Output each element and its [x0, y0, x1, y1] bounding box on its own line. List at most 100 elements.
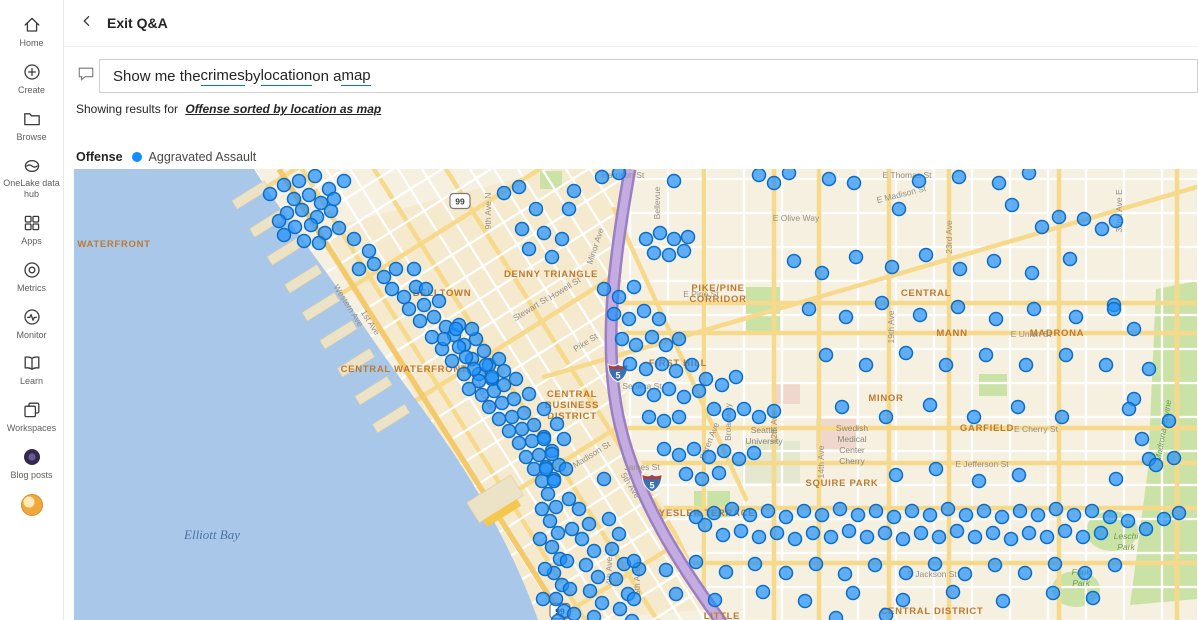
- data-point[interactable]: [562, 581, 578, 597]
- data-point[interactable]: [594, 595, 610, 611]
- data-point[interactable]: [611, 168, 627, 181]
- sidebar-item-metrics[interactable]: Metrics: [0, 254, 63, 301]
- data-point[interactable]: [540, 486, 556, 502]
- data-point[interactable]: [1058, 347, 1074, 363]
- data-point[interactable]: [805, 525, 821, 541]
- data-point[interactable]: [601, 511, 617, 527]
- data-point[interactable]: [845, 585, 861, 601]
- sidebar-item-learn[interactable]: Learn: [0, 347, 63, 394]
- sidebar-item-monitor[interactable]: Monitor: [0, 301, 63, 348]
- data-point[interactable]: [1021, 168, 1037, 181]
- data-point[interactable]: [412, 313, 428, 329]
- data-point[interactable]: [296, 233, 312, 249]
- data-point[interactable]: [837, 566, 853, 582]
- data-point[interactable]: [995, 593, 1011, 609]
- data-point[interactable]: [766, 403, 782, 419]
- sidebar-item-apps[interactable]: Apps: [0, 207, 63, 254]
- data-point[interactable]: [271, 213, 287, 229]
- data-point[interactable]: [559, 553, 575, 569]
- data-point[interactable]: [912, 307, 928, 323]
- data-point[interactable]: [832, 501, 848, 517]
- data-point[interactable]: [536, 225, 552, 241]
- data-point[interactable]: [666, 173, 682, 189]
- data-point[interactable]: [514, 221, 530, 237]
- data-point[interactable]: [561, 491, 577, 507]
- data-point[interactable]: [751, 529, 767, 545]
- data-point[interactable]: [714, 377, 730, 393]
- data-point[interactable]: [967, 529, 983, 545]
- data-point[interactable]: [301, 187, 317, 203]
- data-point[interactable]: [888, 467, 904, 483]
- data-point[interactable]: [376, 269, 392, 285]
- data-point[interactable]: [536, 431, 552, 447]
- data-point[interactable]: [991, 175, 1007, 191]
- data-point[interactable]: [661, 381, 677, 397]
- data-point[interactable]: [504, 409, 520, 425]
- data-point[interactable]: [1085, 590, 1101, 606]
- data-point[interactable]: [276, 177, 292, 193]
- data-point[interactable]: [1107, 557, 1123, 573]
- data-point[interactable]: [548, 499, 564, 515]
- data-point[interactable]: [884, 259, 900, 275]
- data-point[interactable]: [1106, 301, 1122, 317]
- data-point[interactable]: [646, 387, 662, 403]
- data-point[interactable]: [636, 303, 652, 319]
- data-point[interactable]: [940, 501, 956, 517]
- data-point[interactable]: [528, 201, 544, 217]
- data-point[interactable]: [558, 461, 574, 477]
- data-point[interactable]: [586, 609, 602, 620]
- data-point[interactable]: [895, 592, 911, 608]
- data-point[interactable]: [828, 610, 844, 620]
- data-point[interactable]: [303, 217, 319, 233]
- data-point[interactable]: [1034, 219, 1050, 235]
- data-point[interactable]: [918, 247, 934, 263]
- sidebar-item-browse[interactable]: Browse: [0, 103, 63, 150]
- data-point[interactable]: [291, 173, 307, 189]
- data-point[interactable]: [622, 356, 638, 372]
- data-point[interactable]: [787, 531, 803, 547]
- data-point[interactable]: [578, 557, 594, 573]
- data-point[interactable]: [769, 525, 785, 541]
- data-point[interactable]: [928, 461, 944, 477]
- data-point[interactable]: [476, 343, 492, 359]
- data-point[interactable]: [396, 289, 412, 305]
- data-point[interactable]: [678, 466, 694, 482]
- data-point[interactable]: [927, 556, 943, 572]
- data-point[interactable]: [521, 386, 537, 402]
- data-point[interactable]: [952, 261, 968, 277]
- data-point[interactable]: [1161, 413, 1177, 429]
- data-point[interactable]: [546, 473, 562, 489]
- data-point[interactable]: [508, 371, 524, 387]
- data-point[interactable]: [626, 279, 642, 295]
- data-point[interactable]: [608, 571, 624, 587]
- data-point[interactable]: [549, 416, 565, 432]
- data-point[interactable]: [1004, 197, 1020, 213]
- data-point[interactable]: [526, 417, 542, 433]
- data-point[interactable]: [671, 331, 687, 347]
- data-point[interactable]: [701, 449, 717, 465]
- data-point[interactable]: [886, 509, 902, 525]
- data-point[interactable]: [656, 413, 672, 429]
- data-point[interactable]: [556, 431, 572, 447]
- data-point[interactable]: [571, 501, 587, 517]
- data-point[interactable]: [566, 606, 582, 620]
- data-point[interactable]: [686, 441, 702, 457]
- data-point[interactable]: [751, 409, 767, 425]
- data-point[interactable]: [1012, 503, 1028, 519]
- data-point[interactable]: [626, 553, 642, 569]
- data-point[interactable]: [581, 516, 597, 532]
- data-point[interactable]: [742, 507, 758, 523]
- data-point[interactable]: [680, 229, 696, 245]
- data-point[interactable]: [891, 201, 907, 217]
- data-point[interactable]: [848, 249, 864, 265]
- data-point[interactable]: [564, 521, 580, 537]
- data-point[interactable]: [416, 297, 432, 313]
- data-point[interactable]: [516, 405, 532, 421]
- data-point[interactable]: [426, 309, 442, 325]
- data-point[interactable]: [766, 175, 782, 191]
- data-point[interactable]: [985, 525, 1001, 541]
- data-point[interactable]: [821, 171, 837, 187]
- data-point[interactable]: [336, 173, 352, 189]
- data-point[interactable]: [444, 353, 460, 369]
- data-point[interactable]: [755, 584, 771, 600]
